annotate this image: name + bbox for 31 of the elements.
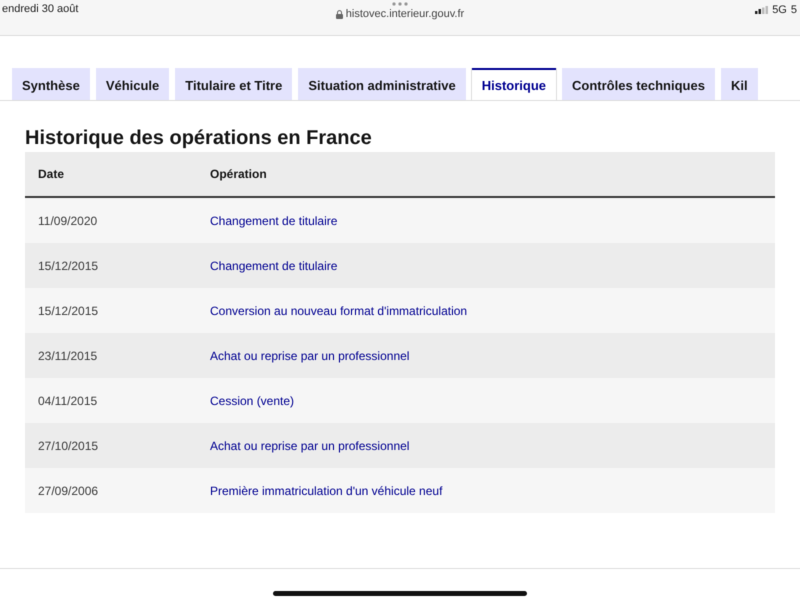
operation-link[interactable]: Changement de titulaire — [210, 214, 338, 228]
tab[interactable]: Situation administrative — [298, 68, 466, 100]
date-cell: 15/12/2015 — [25, 288, 197, 333]
operation-link[interactable]: Cession (vente) — [210, 394, 294, 408]
tab[interactable]: Historique — [472, 68, 556, 100]
section-title: Historique des opérations en France — [25, 127, 373, 150]
url-text[interactable]: histovec.interieur.gouv.fr — [346, 8, 464, 20]
column-header: Opération — [197, 152, 775, 197]
date-cell: 15/12/2015 — [25, 243, 197, 288]
operation-link[interactable]: Achat ou reprise par un professionnel — [210, 438, 410, 452]
date-cell: 11/09/2020 — [25, 197, 197, 243]
tab[interactable]: Synthèse — [12, 68, 90, 100]
tab[interactable]: Titulaire et Titre — [175, 68, 292, 100]
lock-icon — [336, 10, 343, 18]
more-dots-icon[interactable] — [392, 2, 408, 6]
date-cell: 27/09/2006 — [25, 468, 197, 513]
signal-icon — [755, 6, 768, 14]
status-date: endredi 30 août — [1, 2, 78, 15]
date-cell: 27/10/2015 — [25, 423, 197, 468]
tab[interactable]: Véhicule — [96, 68, 170, 100]
network-label: 5G — [772, 4, 787, 16]
operation-link[interactable]: Changement de titulaire — [210, 258, 338, 272]
operation-link[interactable]: Conversion au nouveau format d'immatriculation — [210, 304, 468, 318]
date-cell: 04/11/2015 — [25, 378, 197, 423]
date-cell: 23/11/2015 — [25, 333, 197, 378]
operation-link[interactable]: Achat ou reprise par un professionnel — [210, 348, 410, 362]
column-header: Date — [25, 152, 197, 197]
tab[interactable]: Kil — [720, 68, 758, 100]
operation-link[interactable]: Première immatriculation d'un véhicule neuf — [210, 484, 442, 498]
tab[interactable]: Contrôles techniques — [562, 68, 715, 100]
battery-percent: 5 — [790, 4, 797, 16]
